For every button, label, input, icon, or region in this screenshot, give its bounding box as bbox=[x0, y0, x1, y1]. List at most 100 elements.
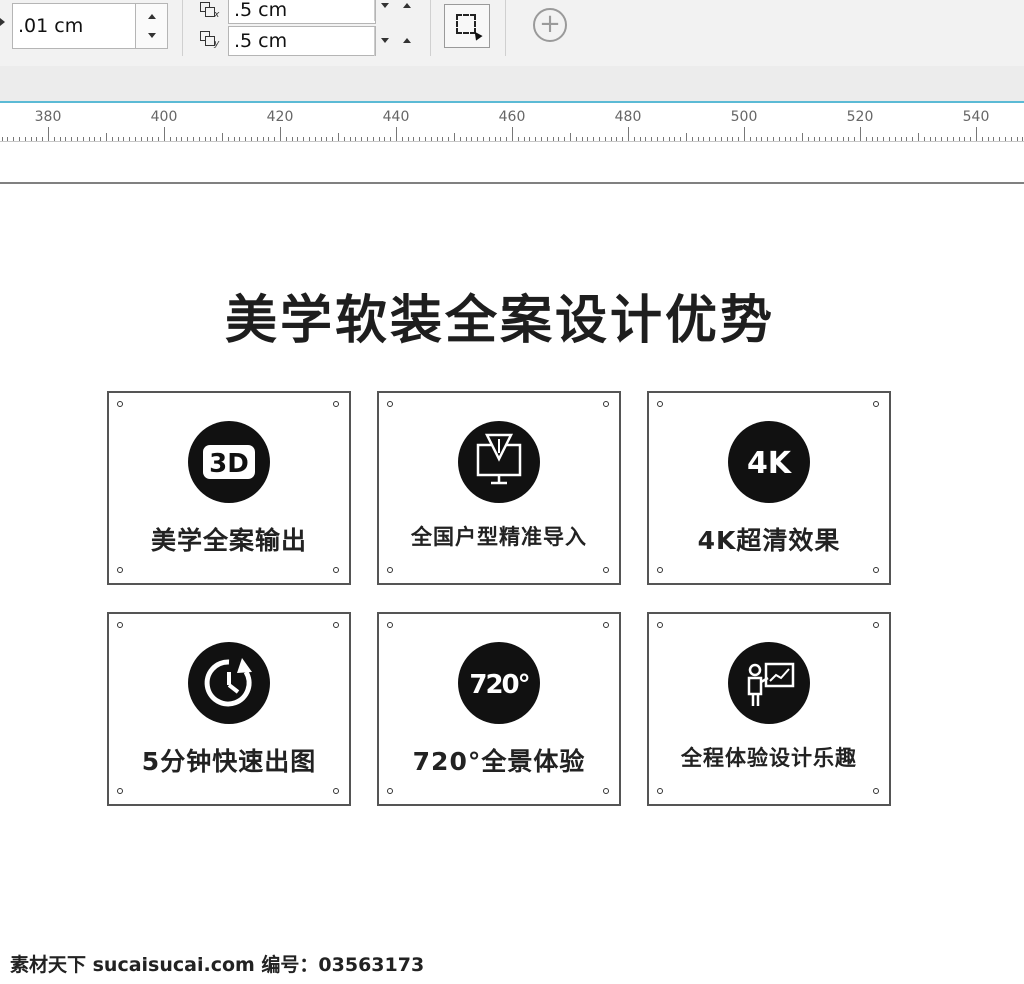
ruler-tick bbox=[448, 137, 449, 141]
ruler-tick bbox=[297, 137, 298, 141]
clock-refresh-icon bbox=[188, 642, 270, 724]
ruler-tick bbox=[582, 137, 583, 141]
add-plus-icon[interactable]: + bbox=[533, 8, 567, 42]
headline: 美学软装全案设计优势 bbox=[224, 291, 775, 351]
ruler-tick bbox=[628, 127, 629, 141]
offset-x-input[interactable]: .5 cm bbox=[228, 0, 376, 24]
feature-card[interactable]: 5分钟快速出图 bbox=[107, 612, 351, 806]
presenter-icon bbox=[728, 642, 810, 724]
offset-y-input[interactable]: .5 cm bbox=[228, 26, 376, 56]
ruler-tick bbox=[622, 137, 623, 141]
ruler-tick bbox=[147, 137, 148, 141]
ruler-tick bbox=[158, 137, 159, 141]
ruler-tick bbox=[506, 137, 507, 141]
ruler-tick bbox=[170, 137, 171, 141]
ruler-tick bbox=[872, 137, 873, 141]
ruler-tick bbox=[402, 137, 403, 141]
ruler-tick bbox=[814, 137, 815, 141]
ruler-tick bbox=[547, 137, 548, 141]
ruler-tick bbox=[454, 133, 455, 141]
ruler-tick bbox=[413, 137, 414, 141]
ruler-tick bbox=[94, 137, 95, 141]
ruler-tick bbox=[663, 137, 664, 141]
spin-up-icon[interactable] bbox=[403, 38, 411, 43]
spin-down-icon[interactable] bbox=[381, 38, 389, 43]
ruler-tick bbox=[263, 137, 264, 141]
corner-handle-icon bbox=[657, 788, 663, 794]
ruler-label: 460 bbox=[498, 109, 526, 125]
bounding-box-icon bbox=[456, 14, 476, 34]
feature-card[interactable]: 720° 720°全景体验 bbox=[377, 612, 621, 806]
corner-handle-icon bbox=[603, 622, 609, 628]
corner-handle-icon bbox=[387, 567, 393, 573]
spin-up-icon[interactable] bbox=[403, 3, 411, 8]
ruler-tick bbox=[756, 137, 757, 141]
ruler-tick bbox=[825, 137, 826, 141]
ruler-tick bbox=[257, 137, 258, 141]
offset-y-spinner[interactable] bbox=[374, 27, 419, 56]
spin-down-icon[interactable] bbox=[381, 3, 389, 8]
feature-card[interactable]: 4K 4K超清效果 bbox=[647, 391, 891, 585]
ruler-tick bbox=[982, 137, 983, 141]
ruler-tick bbox=[245, 137, 246, 141]
ruler-label: 540 bbox=[962, 109, 990, 125]
bounding-box-button[interactable] bbox=[444, 4, 490, 48]
corner-handle-icon bbox=[333, 401, 339, 407]
ruler-tick bbox=[959, 137, 960, 141]
ruler-tick bbox=[941, 137, 942, 141]
ruler-tick bbox=[13, 137, 14, 141]
feature-card[interactable]: 3D 美学全案输出 bbox=[107, 391, 351, 585]
toolbar-separator bbox=[505, 0, 506, 56]
ruler-tick bbox=[883, 137, 884, 141]
card-label: 4K超清效果 bbox=[697, 526, 841, 555]
ruler-tick bbox=[761, 137, 762, 141]
ruler-tick bbox=[767, 137, 768, 141]
ruler-tick bbox=[118, 137, 119, 141]
outline-width-input[interactable]: .01 cm bbox=[12, 3, 136, 49]
ruler-tick bbox=[686, 133, 687, 141]
corner-handle-icon bbox=[333, 567, 339, 573]
ruler-tick bbox=[935, 137, 936, 141]
corner-handle-icon bbox=[333, 622, 339, 628]
ruler-tick bbox=[181, 137, 182, 141]
ruler-tick bbox=[901, 137, 902, 141]
ruler-tick bbox=[89, 137, 90, 141]
ruler-tick bbox=[251, 137, 252, 141]
ruler-tick bbox=[779, 137, 780, 141]
ruler-tick bbox=[976, 127, 977, 141]
ruler-tick bbox=[715, 137, 716, 141]
720-icon: 720° bbox=[458, 642, 540, 724]
ruler-tick bbox=[350, 137, 351, 141]
duplicate-offset-y-icon: y bbox=[198, 29, 224, 51]
ruler-tick bbox=[135, 137, 136, 141]
outline-width-spinner[interactable] bbox=[135, 3, 168, 49]
ruler-tick bbox=[529, 137, 530, 141]
feature-card[interactable]: 全程体验设计乐趣 bbox=[647, 612, 891, 806]
card-label: 全程体验设计乐趣 bbox=[681, 746, 857, 770]
ruler-tick bbox=[1005, 137, 1006, 141]
ruler-tick bbox=[268, 137, 269, 141]
ruler-tick bbox=[738, 137, 739, 141]
ruler-tick bbox=[425, 137, 426, 141]
ruler-tick bbox=[7, 137, 8, 141]
svg-text:3D: 3D bbox=[209, 449, 249, 479]
spin-up-icon[interactable] bbox=[147, 14, 156, 19]
corner-handle-icon bbox=[387, 788, 393, 794]
outline-width-arrow-icon[interactable] bbox=[0, 18, 5, 26]
ruler-tick bbox=[773, 137, 774, 141]
corner-handle-icon bbox=[657, 622, 663, 628]
ruler-tick bbox=[785, 137, 786, 141]
ruler-tick bbox=[651, 137, 652, 141]
ruler-tick bbox=[222, 133, 223, 141]
spin-down-icon[interactable] bbox=[147, 33, 156, 38]
ruler-tick bbox=[645, 137, 646, 141]
feature-card[interactable]: 全国户型精准导入 bbox=[377, 391, 621, 585]
ruler-tick bbox=[854, 137, 855, 141]
ruler-tick bbox=[819, 137, 820, 141]
offset-x-spinner[interactable] bbox=[374, 0, 419, 21]
ruler-tick bbox=[60, 137, 61, 141]
ruler-tick bbox=[361, 137, 362, 141]
horizontal-ruler[interactable]: 380 400 420 440 460 480 500 520 540 bbox=[0, 103, 1024, 142]
ruler-tick bbox=[524, 137, 525, 141]
ruler-tick bbox=[634, 137, 635, 141]
